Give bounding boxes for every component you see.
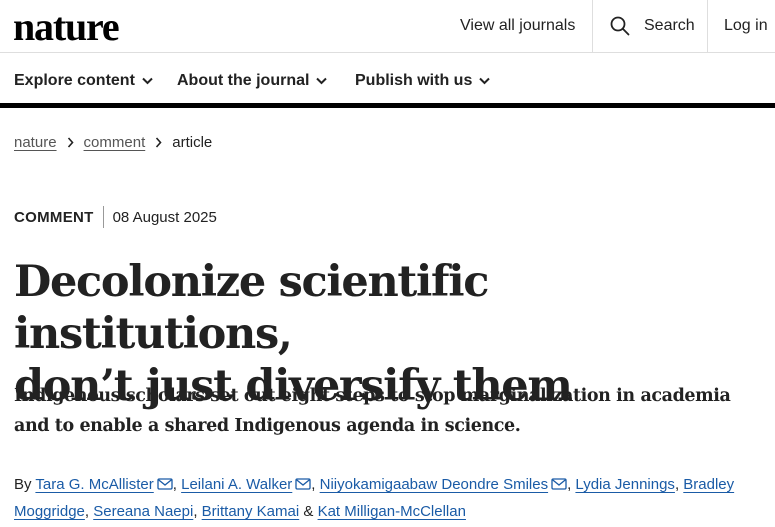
article-standfirst: Indigenous scholars set out eight steps … <box>14 386 731 436</box>
search-label: Search <box>644 17 695 34</box>
breadcrumb-nature[interactable]: nature <box>14 134 57 151</box>
nav-item-label: Publish with us <box>355 72 473 89</box>
chevron-right-icon <box>155 137 162 148</box>
nature-logo[interactable]: nature <box>13 3 120 50</box>
chevron-right-icon <box>67 137 74 148</box>
chevron-down-icon <box>142 77 153 85</box>
author-link[interactable]: Tara G. McAllister <box>35 476 153 493</box>
breadcrumb: nature comment article <box>14 134 212 151</box>
meta-divider <box>102 206 104 228</box>
email-icon[interactable] <box>295 478 311 490</box>
nav-publish-with-us[interactable]: Publish with us <box>355 72 491 90</box>
author-list: By Tara G. McAllister, Leilani A. Walker… <box>14 476 735 520</box>
author-link[interactable]: Leilani A. Walker <box>181 476 292 493</box>
author-link[interactable]: Lydia Jennings <box>575 476 675 493</box>
author-link[interactable]: Sereana Naepi <box>93 503 193 520</box>
author-link[interactable]: Niiyokamigaabaw Deondre Smiles <box>320 476 548 493</box>
login-link[interactable]: Log in <box>724 0 768 52</box>
search-button[interactable]: Search <box>592 0 708 52</box>
email-icon[interactable] <box>551 478 567 490</box>
breadcrumb-comment[interactable]: comment <box>84 134 146 151</box>
view-all-journals-link[interactable]: View all journals <box>460 0 575 52</box>
nav-item-label: Explore content <box>14 72 135 89</box>
nav-about-journal[interactable]: About the journal <box>177 72 328 90</box>
chevron-down-icon <box>479 77 491 85</box>
article-meta: COMMENT 08 August 2025 <box>14 206 217 228</box>
nav-item-label: About the journal <box>177 72 310 89</box>
by-label: By <box>14 476 32 493</box>
nav-explore-content[interactable]: Explore content <box>14 72 153 90</box>
author-link[interactable]: Kat Milligan-McClellan <box>318 503 466 520</box>
email-icon[interactable] <box>157 478 173 490</box>
publication-date: 08 August 2025 <box>112 208 217 226</box>
breadcrumb-article: article <box>172 134 213 151</box>
article-type: COMMENT <box>14 208 94 226</box>
chevron-down-icon <box>316 77 328 85</box>
article-title-line-1: Decolonize scientific institutions, <box>14 257 489 359</box>
author-link[interactable]: Brittany Kamai <box>202 503 300 520</box>
search-icon <box>610 16 630 36</box>
main-nav: Explore content About the journal Publis… <box>0 53 775 108</box>
ampersand: & <box>303 503 314 520</box>
site-header: nature View all journals Search Log in <box>0 0 775 53</box>
